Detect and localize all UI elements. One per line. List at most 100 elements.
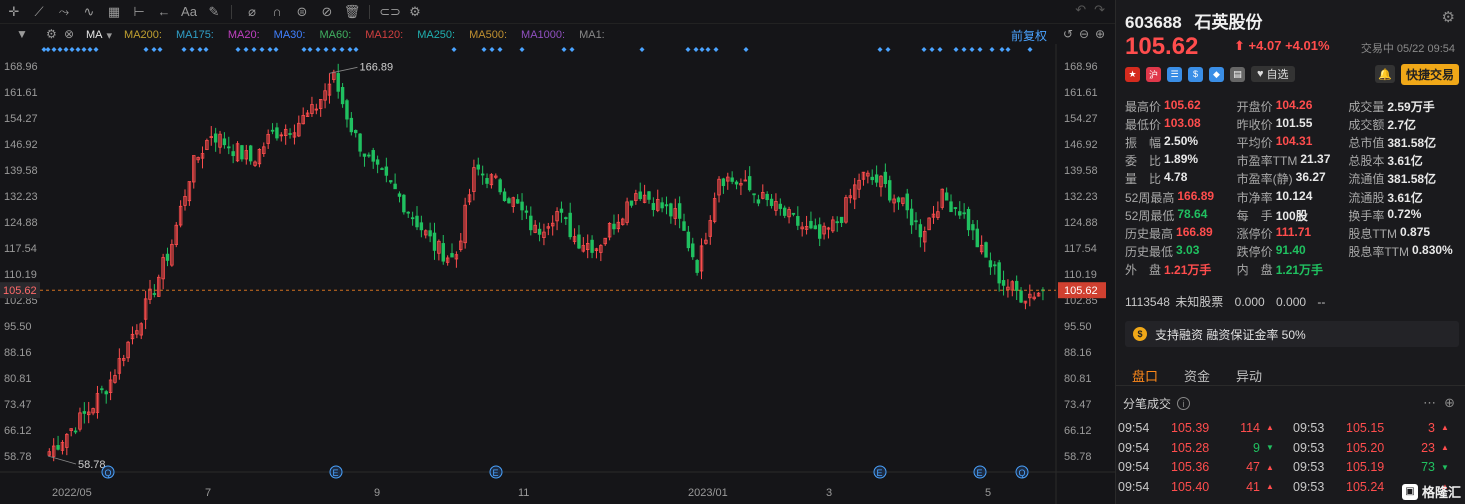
- stat-label: 内 盘: [1236, 263, 1273, 278]
- gear-icon[interactable]: ⚙: [1442, 8, 1455, 26]
- arrow-tool-icon[interactable]: ←: [153, 1, 175, 23]
- price-change: ⬆ +4.07 +4.01%: [1234, 38, 1330, 54]
- ma-selector[interactable]: MA: [86, 29, 103, 41]
- reset-icon[interactable]: ↺: [1063, 27, 1073, 41]
- badge-icon[interactable]: ◆: [1209, 66, 1224, 82]
- fib-tool-icon[interactable]: ▦: [103, 1, 125, 23]
- watchlist-label: 自选: [1266, 69, 1289, 81]
- more-icon[interactable]: ⋯: [1423, 395, 1436, 411]
- trade-price: 105.24: [1346, 479, 1385, 494]
- tab-changes[interactable]: 异动: [1236, 360, 1262, 385]
- bell-icon[interactable]: 🔔: [1375, 65, 1395, 83]
- collapse-icon[interactable]: ▼: [16, 27, 28, 41]
- chart-panel[interactable]: ✛ ⟋ ⤳ ∿ ▦ ⊢ ← Aa ✎ ⌀ ∩ ⊜ ⊘ 🗑 ⊂⊃ ⚙ ↶ ↷ ▼ …: [0, 0, 1115, 504]
- down-triangle-icon: ▼: [1441, 462, 1449, 472]
- stat-cell: 股息率TTM 0.830%: [1348, 243, 1460, 260]
- line-tool-icon[interactable]: ⟋: [28, 1, 50, 23]
- y-tick-right: 139.58: [1064, 165, 1098, 177]
- zoom-out-icon[interactable]: ⊖: [1079, 27, 1089, 41]
- trade-price: 105.28: [1171, 440, 1210, 455]
- stat-label: 市盈率TTM: [1236, 154, 1298, 169]
- stat-cell: 开盘价 104.26: [1237, 98, 1349, 115]
- signal-dot: [519, 47, 525, 52]
- x-tick: 7: [205, 487, 211, 499]
- badge-icon[interactable]: $: [1188, 66, 1203, 82]
- badge-icon[interactable]: ☰: [1167, 66, 1182, 82]
- stat-label: 总市值: [1348, 135, 1385, 150]
- signal-dot: [157, 47, 163, 52]
- pen-tool-icon[interactable]: ✎: [203, 1, 225, 23]
- candle-body: [1001, 280, 1006, 286]
- stat-value: 91.40: [1275, 243, 1306, 258]
- signal-dot: [877, 47, 883, 52]
- related-stock-id: 1113548: [1125, 295, 1170, 309]
- signal-dot: [977, 47, 983, 52]
- hide-icon[interactable]: ⊘: [316, 1, 338, 23]
- badge-icon[interactable]: ▤: [1230, 66, 1245, 82]
- ma-settings-icon[interactable]: ⚙: [46, 27, 57, 41]
- candle-body: [944, 192, 949, 201]
- badge-icon[interactable]: ★: [1125, 66, 1140, 82]
- stat-label: 振 幅: [1125, 135, 1162, 150]
- crosshair-icon[interactable]: ✛: [3, 1, 25, 23]
- settings-icon[interactable]: ⚙: [404, 1, 426, 23]
- badge-icon[interactable]: 沪: [1146, 66, 1161, 82]
- stat-cell: 涨停价 111.71: [1237, 225, 1349, 242]
- candlestick-chart[interactable]: 168.96 168.96 161.61 161.61 154.27 154.27 146.…: [0, 44, 1115, 504]
- stat-value: 104.26: [1275, 97, 1313, 112]
- x-tick: 2023/01: [688, 487, 728, 499]
- stat-value: 104.31: [1275, 133, 1313, 148]
- trade-price: 105.40: [1171, 479, 1210, 494]
- toolbar-divider: [369, 4, 370, 19]
- stat-label: 每 手: [1236, 208, 1273, 223]
- candle-body: [227, 146, 231, 149]
- signal-dot: [57, 47, 63, 52]
- stat-value: 0.830%: [1412, 243, 1453, 258]
- stat-value: 1.21万手: [1164, 263, 1212, 278]
- stat-cell: 成交量 2.59万手: [1348, 98, 1460, 115]
- y-tick-right: 95.50: [1064, 321, 1092, 333]
- expand-icon[interactable]: ⊕: [1444, 395, 1455, 411]
- candle-body: [275, 127, 279, 139]
- candle-body: [419, 222, 424, 231]
- info-icon[interactable]: i: [1177, 397, 1191, 410]
- undo-icon[interactable]: ↶: [1075, 2, 1086, 18]
- zoom-in-icon[interactable]: ⊕: [1095, 27, 1105, 41]
- trade-price: 105.20: [1346, 440, 1385, 455]
- ma-hide-icon[interactable]: ⊗: [64, 27, 74, 41]
- range-tool-icon[interactable]: ⊢: [128, 1, 150, 23]
- signal-dot: [1027, 47, 1033, 52]
- trash-icon[interactable]: 🗑: [341, 1, 363, 23]
- candle-body: [520, 201, 524, 211]
- price-tag-left-text: 105.62: [3, 285, 37, 297]
- candle-body: [56, 445, 60, 450]
- lock-icon[interactable]: ⊜: [291, 1, 313, 23]
- event-marker-text: E: [877, 468, 883, 478]
- watchlist-button[interactable]: ♥ 自选: [1251, 66, 1295, 82]
- stat-label: 总股本: [1348, 154, 1385, 169]
- margin-info[interactable]: $ 支持融资 融资保证金率 50%: [1125, 321, 1459, 347]
- stat-row: 量 比 4.78 市盈率(静) 36.27 流通值 381.58亿: [1125, 170, 1460, 188]
- polyline-tool-icon[interactable]: ⤳: [53, 1, 75, 23]
- wave-tool-icon[interactable]: ∿: [78, 1, 100, 23]
- compare-icon[interactable]: ⊂⊃: [379, 1, 401, 23]
- stat-label: 最高价: [1125, 99, 1162, 114]
- tab-pankou[interactable]: 盘口: [1132, 360, 1158, 385]
- ma-legend-item: MA20:: [227, 29, 260, 41]
- candle-body: [752, 193, 756, 196]
- ma-legend-item: MA1:: [579, 29, 605, 41]
- magnet-icon[interactable]: ∩: [266, 1, 288, 23]
- signal-dot: [999, 47, 1005, 52]
- adjust-mode-button[interactable]: 前复权: [1011, 27, 1047, 44]
- text-tool-icon[interactable]: Aa: [178, 1, 200, 23]
- trade-volume: 114: [1240, 420, 1260, 435]
- quick-trade-button[interactable]: 快捷交易: [1400, 64, 1459, 85]
- stat-cell: 市净率 10.124: [1237, 189, 1349, 206]
- related-stock-a: 0.000: [1234, 295, 1265, 309]
- candle-body: [835, 221, 839, 224]
- tab-funds[interactable]: 资金: [1184, 360, 1210, 385]
- candle-body: [1014, 280, 1019, 291]
- eraser-icon[interactable]: ⌀: [241, 1, 263, 23]
- ma-items: MA200: MA175: MA20: MA30: MA60: MA120: MA250: M…: [124, 29, 619, 41]
- redo-icon[interactable]: ↷: [1094, 2, 1105, 18]
